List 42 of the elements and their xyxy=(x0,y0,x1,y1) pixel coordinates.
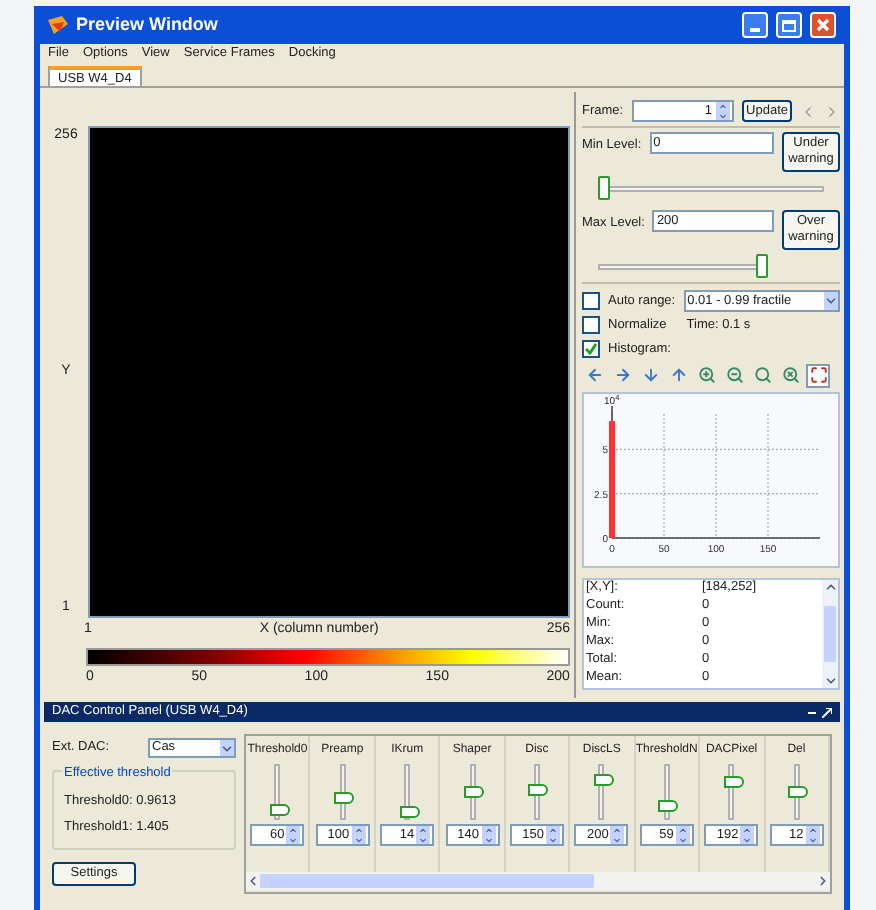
checkbox[interactable] xyxy=(582,292,600,310)
float-icon[interactable] xyxy=(822,707,832,717)
slider-thumb[interactable] xyxy=(598,176,610,200)
slider-thumb[interactable] xyxy=(464,785,485,798)
close-button[interactable] xyxy=(810,12,836,38)
vertical-scrollbar[interactable] xyxy=(822,579,838,687)
checkbox[interactable] xyxy=(582,316,600,335)
app-icon xyxy=(48,16,68,34)
spinner-arrows-icon[interactable] xyxy=(740,826,755,844)
spinner-arrows-icon[interactable] xyxy=(805,826,820,844)
minimize-icon[interactable] xyxy=(808,711,816,713)
slider-thumb[interactable] xyxy=(528,783,549,796)
spinner-arrows-icon[interactable] xyxy=(481,826,496,844)
slider-thumb[interactable] xyxy=(788,786,809,798)
zoom-icon[interactable] xyxy=(750,363,774,387)
spinner-arrows-icon[interactable] xyxy=(675,826,690,844)
spinner-arrows-icon[interactable] xyxy=(716,102,731,120)
minimize-button[interactable] xyxy=(742,12,768,38)
previous-icon[interactable] xyxy=(800,103,816,119)
slider-thumb[interactable] xyxy=(593,773,614,786)
slider-thumb[interactable] xyxy=(399,806,420,819)
slider-thumb[interactable] xyxy=(334,791,355,804)
slider-thumb[interactable] xyxy=(756,254,768,278)
slider-thumb[interactable] xyxy=(269,803,290,816)
histogram-bar xyxy=(609,420,615,537)
slider-thumb[interactable] xyxy=(723,776,744,789)
spinner-arrows-icon[interactable] xyxy=(351,826,366,844)
window-title: Preview Window xyxy=(76,11,220,38)
scroll-right-icon[interactable] xyxy=(816,874,830,888)
next-icon[interactable] xyxy=(824,103,840,119)
spinner-arrows-icon[interactable] xyxy=(545,826,560,844)
maximize-button[interactable] xyxy=(776,12,802,38)
scroll-up-icon[interactable] xyxy=(823,579,837,593)
spinner-arrows-icon[interactable] xyxy=(286,826,301,844)
spinner-arrows-icon[interactable] xyxy=(610,826,625,844)
spinner-arrows-icon[interactable] xyxy=(416,826,431,844)
scroll-left-icon[interactable] xyxy=(246,874,260,888)
horizontal-scrollbar[interactable] xyxy=(246,872,830,890)
scroll-down-icon[interactable] xyxy=(823,673,837,687)
close-icon xyxy=(816,18,830,32)
slider-thumb[interactable] xyxy=(658,799,679,812)
checkbox[interactable] xyxy=(582,340,600,359)
